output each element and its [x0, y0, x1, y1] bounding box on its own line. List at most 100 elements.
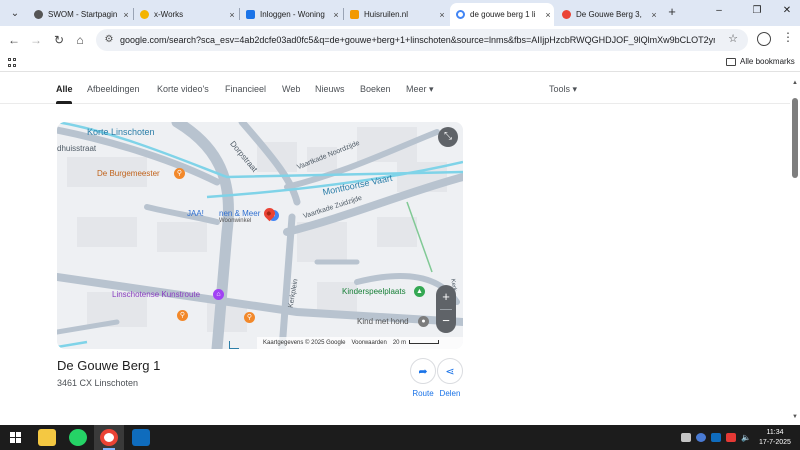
- outlook-icon[interactable]: [132, 429, 150, 446]
- home-icon[interactable]: ⌂: [72, 32, 88, 48]
- tray-cloud-icon[interactable]: [696, 433, 706, 442]
- site-settings-icon[interactable]: ⚙: [102, 33, 116, 47]
- tab-afbeeldingen[interactable]: Afbeeldingen: [87, 84, 140, 94]
- active-tab-indicator: [56, 101, 72, 104]
- apps-grid-icon[interactable]: [8, 58, 18, 68]
- tree-icon[interactable]: ▲: [414, 286, 425, 297]
- file-explorer-icon[interactable]: [38, 429, 56, 446]
- tab-x-works[interactable]: x-Works ×: [134, 3, 238, 26]
- map-label-jaa[interactable]: JAA!: [187, 209, 204, 218]
- map-label-woonwinkel: Woonwinkel: [219, 218, 252, 224]
- statue-icon[interactable]: ●: [418, 316, 429, 327]
- map-label-korte-linschoten: Korte Linschoten: [87, 127, 155, 137]
- tab-korte-videos[interactable]: Korte video's: [157, 84, 209, 94]
- whatsapp-icon[interactable]: [69, 429, 87, 446]
- taskbar-clock[interactable]: 11:34 17-7-2025: [754, 428, 796, 448]
- woning-favicon-icon: [246, 10, 255, 19]
- caret-down-icon: ▾: [572, 84, 578, 94]
- all-bookmarks-button[interactable]: Alle bookmarks: [726, 57, 795, 66]
- window-close-icon[interactable]: ✕: [780, 5, 794, 16]
- zoom-control: + −: [436, 285, 456, 333]
- tray-outlook-icon[interactable]: [711, 433, 721, 442]
- close-icon[interactable]: ×: [648, 10, 660, 20]
- back-arrow-icon[interactable]: ←: [6, 32, 22, 48]
- map-view[interactable]: Korte Linschoten dhuisstraat Dorpstraat …: [57, 122, 463, 349]
- bookmark-star-icon[interactable]: ☆: [728, 32, 738, 45]
- collapse-map-icon[interactable]: ⤡: [438, 127, 458, 147]
- place-title[interactable]: De Gouwe Berg 1: [57, 358, 160, 373]
- tab-alle[interactable]: Alle: [56, 84, 73, 94]
- map-label-wonen-meer[interactable]: nen & Meer: [219, 209, 260, 218]
- restaurant-icon[interactable]: ⚲: [244, 312, 255, 323]
- share-icon: ⋖: [437, 358, 463, 384]
- tab-gouwe-berg-search[interactable]: de gouwe berg 1 li ×: [450, 3, 554, 26]
- map-scale: 20 m: [393, 340, 440, 346]
- route-button[interactable]: ➦ Route: [408, 358, 438, 398]
- place-address: 3461 CX Linschoten: [57, 378, 139, 388]
- restore-icon[interactable]: ❐: [750, 5, 764, 16]
- zoom-in-button[interactable]: +: [436, 285, 456, 309]
- scroll-down-icon[interactable]: ▼: [792, 414, 798, 420]
- map-corner-logo-icon: [229, 341, 239, 349]
- close-icon[interactable]: ×: [120, 10, 132, 20]
- tab-swom[interactable]: SWOM - Startpagin ×: [28, 3, 132, 26]
- map-label-de-burgemeester[interactable]: De Burgemeester: [97, 169, 160, 178]
- folder-icon: [726, 57, 736, 66]
- x-works-favicon-icon: [140, 10, 149, 19]
- landmark-icon[interactable]: ⌂: [213, 289, 224, 300]
- scroll-thumb[interactable]: [792, 98, 798, 178]
- tab-web[interactable]: Web: [282, 84, 300, 94]
- speaker-icon[interactable]: 🔈: [741, 433, 751, 442]
- tab-gouwe-berg-3[interactable]: De Gouwe Berg 3, ×: [556, 3, 660, 26]
- tab-nieuws[interactable]: Nieuws: [315, 84, 345, 94]
- restaurant-icon[interactable]: ⚲: [174, 168, 185, 179]
- tray-alert-icon[interactable]: [726, 433, 736, 442]
- profile-avatar-icon[interactable]: [757, 32, 771, 46]
- search-nav: Alle Afbeeldingen Korte video's Financie…: [0, 76, 790, 104]
- map-terms-link[interactable]: Voorwaarden: [351, 340, 386, 346]
- google-icon: [456, 10, 465, 19]
- browser-menu-icon[interactable]: ⋮: [782, 30, 794, 44]
- house-favicon-icon: [350, 10, 359, 19]
- tab-strip: ⌄ SWOM - Startpagin × x-Works × Inloggen…: [0, 0, 800, 26]
- tray-app-icon[interactable]: [681, 433, 691, 442]
- close-icon[interactable]: ×: [226, 10, 238, 20]
- globe-icon: [34, 10, 43, 19]
- reload-icon[interactable]: ↻: [51, 32, 67, 48]
- windows-taskbar: 🔈 11:34 17-7-2025: [0, 425, 800, 450]
- map-data-credit[interactable]: Kaartgegevens © 2025 Google: [263, 340, 345, 346]
- scroll-up-icon[interactable]: ▲: [792, 80, 798, 86]
- tab-meer[interactable]: Meer ▾: [406, 84, 434, 95]
- browser-toolbar: ← → ↻ ⌂ ⚙ google.com/search?sca_esv=4ab2…: [0, 26, 800, 54]
- forward-arrow-icon[interactable]: →: [28, 32, 44, 48]
- tab-inloggen[interactable]: Inloggen - Woning ×: [240, 3, 342, 26]
- windows-start-icon[interactable]: [10, 432, 21, 443]
- map-label-kunstroute[interactable]: Linschotense Kunstroute: [112, 290, 200, 299]
- map-label-kind-met-hond[interactable]: Kind met hond: [357, 317, 409, 326]
- share-button[interactable]: ⋖ Delen: [435, 358, 465, 398]
- map-pin-icon: [562, 10, 571, 19]
- tab-boeken[interactable]: Boeken: [360, 84, 391, 94]
- map-label-street-left: dhuisstraat: [57, 144, 97, 153]
- close-icon[interactable]: ×: [436, 10, 448, 20]
- map-attribution: Kaartgegevens © 2025 Google Voorwaarden …: [257, 337, 463, 349]
- caret-down-icon: ▾: [429, 84, 434, 94]
- close-icon[interactable]: ×: [542, 10, 554, 20]
- map-canvas: [57, 122, 463, 349]
- zoom-out-button[interactable]: −: [436, 309, 456, 333]
- tab-search-chevron-icon[interactable]: ⌄: [6, 4, 24, 22]
- bookmarks-bar: Alle bookmarks: [0, 54, 800, 72]
- new-tab-button[interactable]: +: [664, 4, 680, 19]
- address-bar[interactable]: ⚙ google.com/search?sca_esv=4ab2dcfe03ad…: [96, 29, 748, 51]
- chrome-icon[interactable]: [100, 429, 118, 446]
- close-icon[interactable]: ×: [330, 10, 342, 20]
- tab-financieel[interactable]: Financieel: [225, 84, 266, 94]
- tab-huisruilen[interactable]: Huisruilen.nl ×: [344, 3, 448, 26]
- url-text[interactable]: google.com/search?sca_esv=4ab2dcfe03ad0f…: [120, 33, 715, 47]
- restaurant-icon[interactable]: ⚲: [177, 310, 188, 321]
- directions-icon: ➦: [410, 358, 436, 384]
- tools-button[interactable]: Tools ▾: [549, 84, 577, 95]
- map-label-kinderspeelplaats[interactable]: Kinderspeelplaats: [342, 287, 406, 296]
- minimize-icon[interactable]: –: [712, 5, 726, 16]
- scale-bar-icon: [409, 340, 440, 344]
